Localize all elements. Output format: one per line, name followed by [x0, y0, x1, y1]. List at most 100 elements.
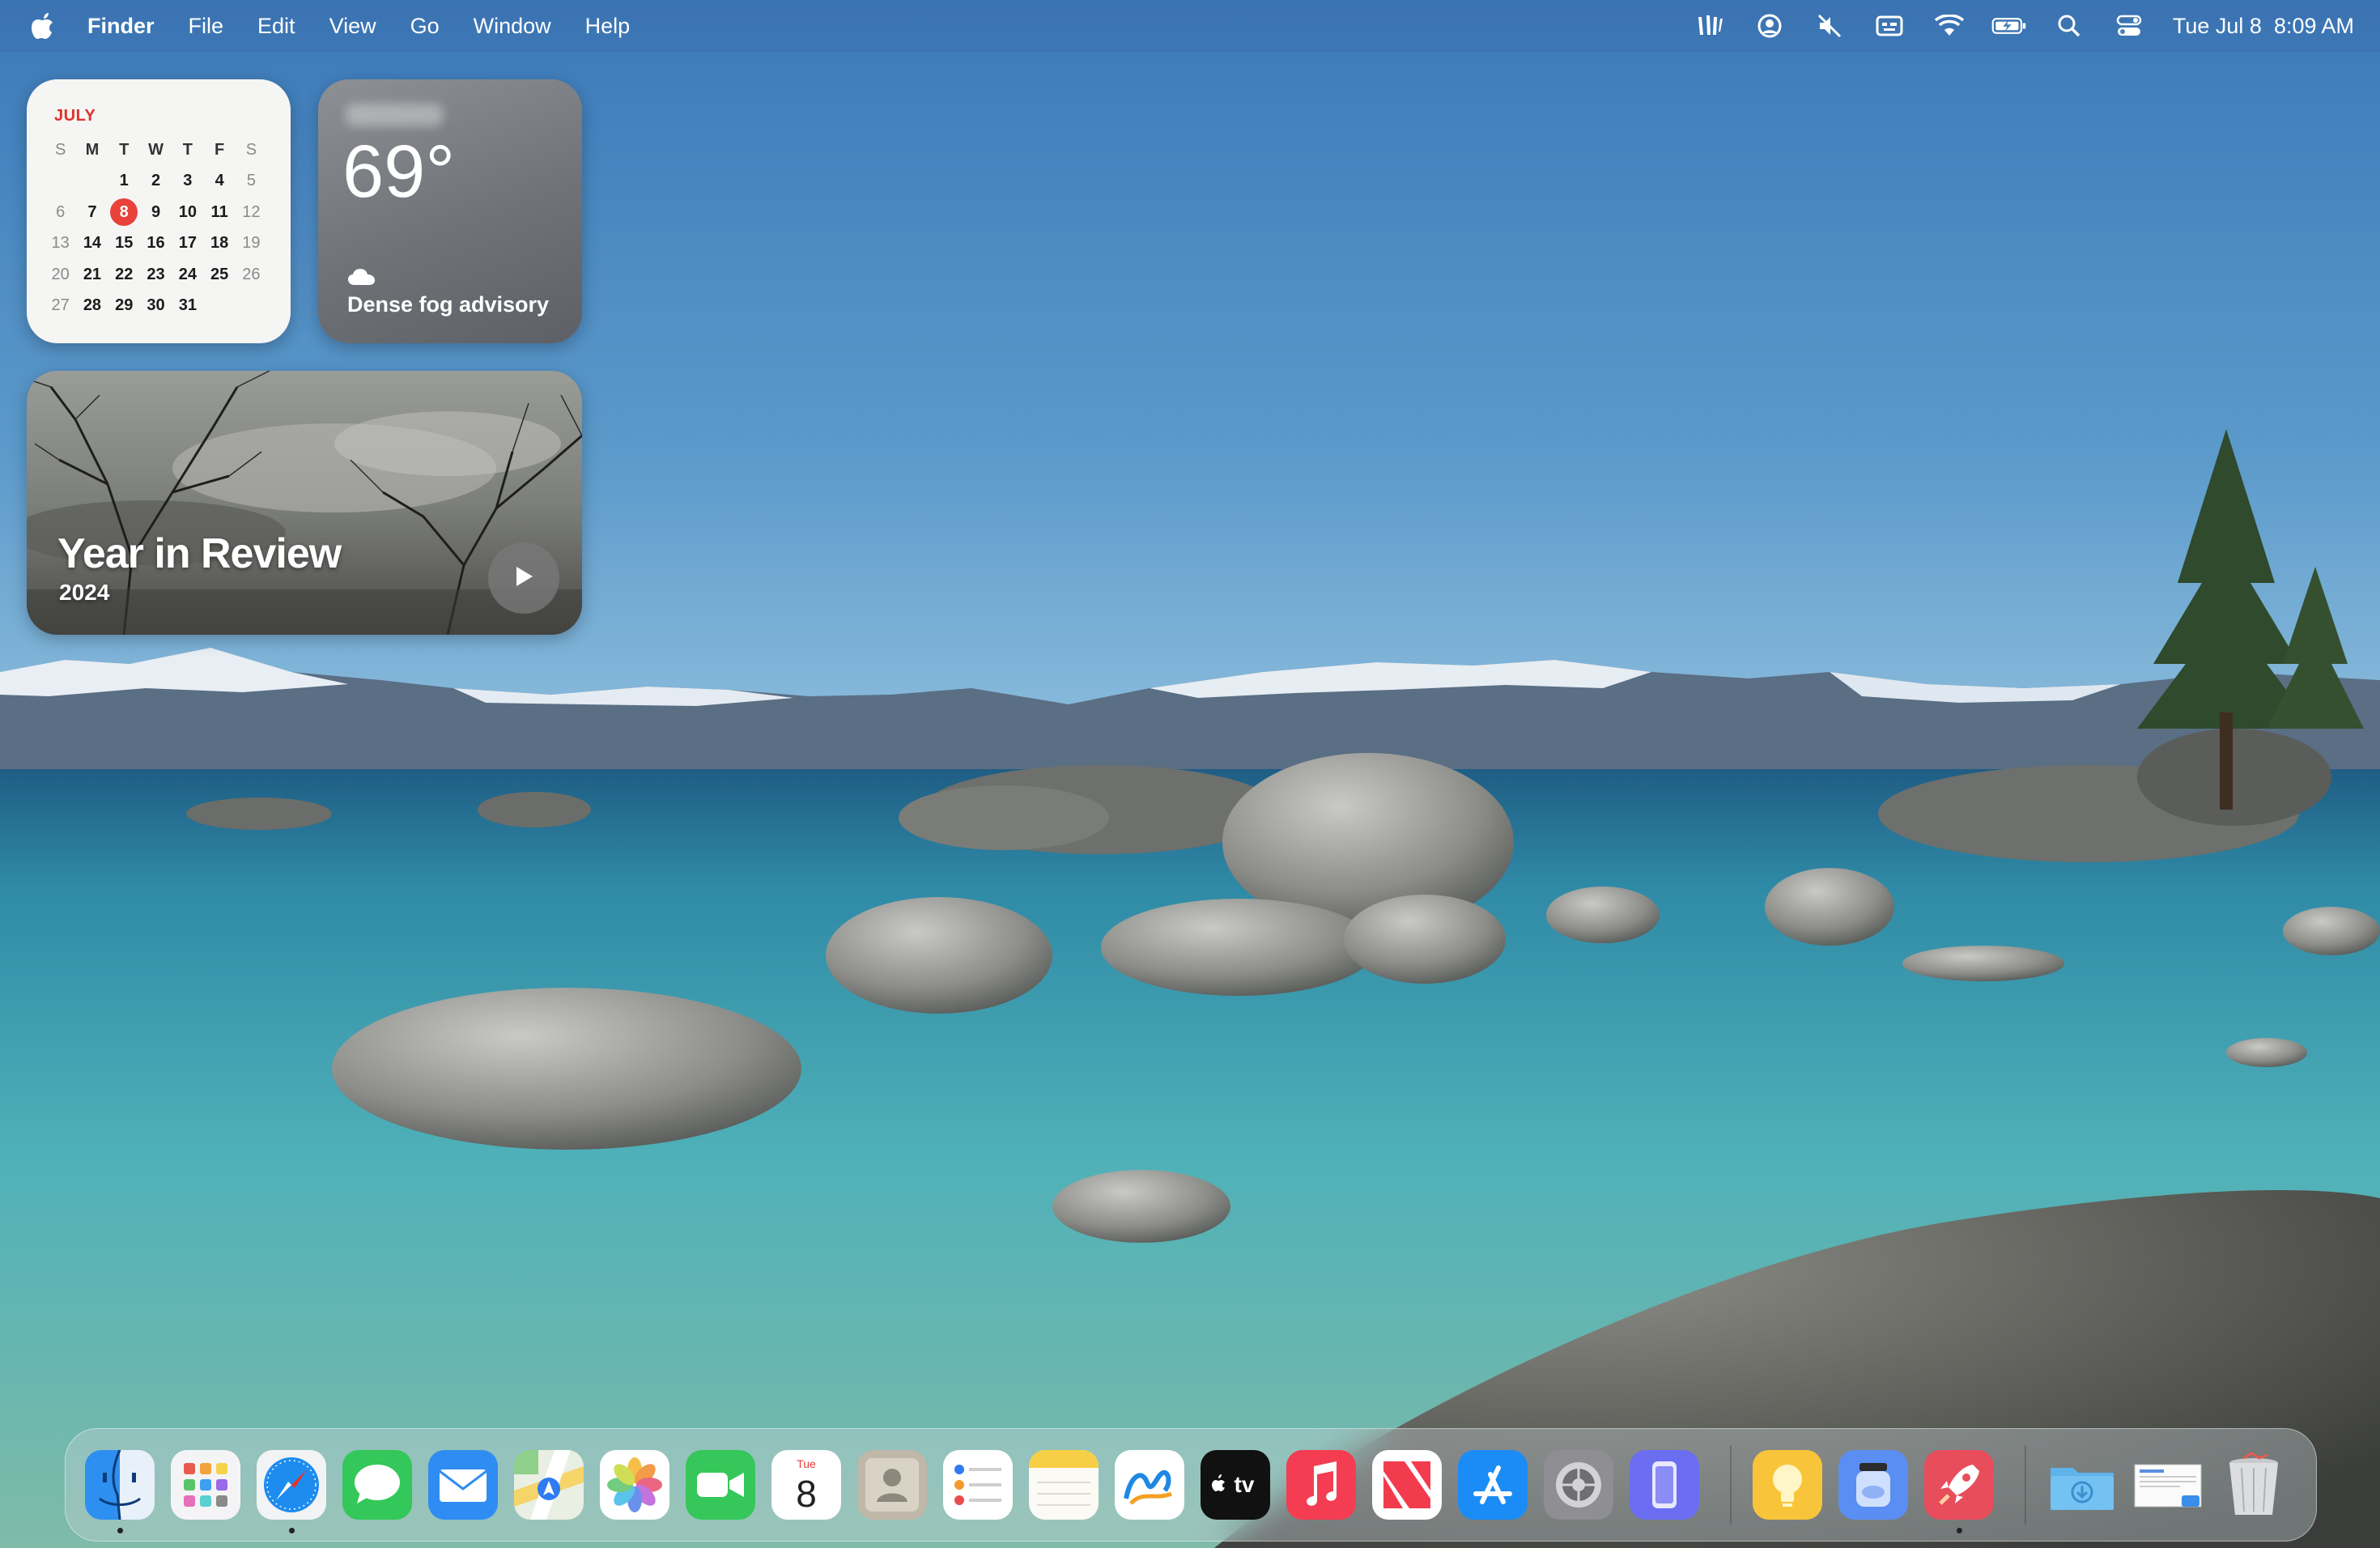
weekday-header: W	[148, 140, 164, 159]
menu-app-name[interactable]: Finder	[87, 14, 155, 39]
tips-lightbulb-icon[interactable]	[1753, 1450, 1822, 1520]
spotlight-search-icon[interactable]	[2051, 10, 2087, 42]
menu-help[interactable]: Help	[585, 14, 631, 39]
calendar-week-row: 27 28 29 30 31	[45, 291, 279, 322]
mail-icon[interactable]	[428, 1450, 498, 1520]
maps-icon[interactable]	[514, 1450, 584, 1520]
calendar-widget[interactable]: JULY S M T W T F S 1 2 3 4 5 6 7 8 9 10 11 12 13 14 15…	[27, 79, 291, 343]
calendar-day: 16	[147, 234, 165, 253]
calendar-week-row: 1 2 3 4 5	[45, 166, 279, 198]
calendar-day-today: 8	[108, 198, 140, 227]
weather-widget[interactable]: 69° Dense fog advisory	[318, 79, 582, 343]
calendar-day: 19	[242, 234, 261, 253]
weather-location-blurred	[346, 104, 443, 126]
music-icon[interactable]	[1286, 1450, 1356, 1520]
calendar-icon-date: 8	[796, 1473, 817, 1515]
memory-year: 2024	[59, 580, 110, 605]
clock-date: Tue Jul 8	[2172, 13, 2262, 38]
calendar-day: 15	[115, 234, 134, 253]
weekday-header: T	[119, 140, 130, 159]
running-indicator-dot	[288, 1528, 295, 1533]
weather-temperature: 69°	[342, 130, 456, 213]
downloads-folder-icon[interactable]	[2047, 1450, 2117, 1520]
today-marker: 8	[110, 198, 138, 227]
dock-separator	[2025, 1445, 2026, 1525]
system-settings-icon[interactable]	[1544, 1450, 1613, 1520]
calendar-day: 9	[151, 202, 161, 221]
news-icon[interactable]	[1372, 1450, 1442, 1520]
cloud-icon	[347, 267, 376, 291]
menu-bar: Finder File Edit View Go Window Help Tue…	[0, 0, 2380, 52]
battery-charging-icon[interactable]	[1991, 10, 2027, 42]
weather-condition: Dense fog advisory	[347, 292, 550, 317]
control-center-icon[interactable]	[2111, 10, 2147, 42]
menu-file[interactable]: File	[189, 14, 224, 39]
calendar-day: 24	[178, 265, 197, 283]
trash-icon[interactable]	[2219, 1450, 2289, 1520]
calendar-day: 28	[83, 296, 102, 315]
calendar-icon-day: Tue	[797, 1457, 816, 1470]
calendar-day: 22	[115, 265, 134, 283]
calendar-day: 25	[210, 265, 229, 283]
running-indicator-dot	[1956, 1528, 1962, 1533]
user-account-icon[interactable]	[1752, 10, 1787, 42]
apple-logo-icon[interactable]	[31, 11, 57, 40]
reminders-icon[interactable]	[943, 1450, 1013, 1520]
calendar-grid: S M T W T F S 1 2 3 4 5 6 7 8 9 10 11 12 13 14 15 16 17 1…	[45, 134, 279, 321]
calendar-day: 13	[51, 234, 70, 253]
calendar-day: 7	[87, 202, 97, 221]
menu-window[interactable]: Window	[474, 14, 551, 39]
rocket-app-icon[interactable]	[1924, 1450, 1994, 1520]
calendar-day: 11	[210, 202, 228, 221]
dock: Tue 8 tv	[65, 1428, 2317, 1542]
calendar-day: 18	[210, 234, 229, 253]
audio-app-icon[interactable]	[1692, 10, 1728, 42]
menu-bar-clock[interactable]: Tue Jul 8 8:09 AM	[2173, 14, 2354, 39]
input-source-icon[interactable]	[1872, 10, 1907, 42]
freeform-icon[interactable]	[1115, 1450, 1184, 1520]
clock-time: 8:09 AM	[2273, 13, 2354, 38]
contacts-icon[interactable]	[857, 1450, 927, 1520]
calendar-day: 6	[56, 202, 66, 221]
app-store-icon[interactable]	[1458, 1450, 1528, 1520]
mute-speaker-icon[interactable]	[1812, 10, 1847, 42]
calendar-day: 1	[119, 172, 129, 190]
calendar-month-label: JULY	[54, 107, 96, 125]
facetime-icon[interactable]	[686, 1450, 755, 1520]
running-indicator-dot	[117, 1528, 123, 1533]
photos-icon[interactable]	[600, 1450, 669, 1520]
jar-app-icon[interactable]	[1838, 1450, 1908, 1520]
menu-view[interactable]: View	[329, 14, 376, 39]
safari-icon[interactable]	[257, 1450, 326, 1520]
play-button[interactable]	[488, 542, 559, 614]
photos-memories-widget[interactable]: Year in Review 2024	[27, 371, 582, 635]
play-icon	[513, 565, 534, 592]
weekday-header: T	[182, 140, 193, 159]
calendar-day: 12	[242, 202, 261, 221]
calendar-icon[interactable]: Tue 8	[771, 1450, 841, 1520]
screenshot-stack-icon[interactable]	[2133, 1450, 2203, 1520]
messages-icon[interactable]	[342, 1450, 412, 1520]
calendar-day: 27	[51, 296, 70, 315]
calendar-day: 23	[147, 265, 165, 283]
weekday-header: M	[85, 140, 100, 159]
calendar-day: 21	[83, 265, 102, 283]
memory-title: Year in Review	[57, 530, 342, 577]
launchpad-icon[interactable]	[171, 1450, 240, 1520]
iphone-mirroring-icon[interactable]	[1630, 1450, 1699, 1520]
calendar-day: 5	[246, 172, 256, 190]
calendar-week-row: 20 21 22 23 24 25 26	[45, 259, 279, 291]
calendar-day: 26	[242, 265, 261, 283]
apple-tv-icon[interactable]: tv	[1201, 1450, 1270, 1520]
menu-go[interactable]: Go	[410, 14, 440, 39]
dock-separator	[1730, 1445, 1732, 1525]
weekday-header: S	[54, 140, 66, 159]
menu-edit[interactable]: Edit	[257, 14, 295, 39]
wifi-icon[interactable]	[1932, 10, 1967, 42]
finder-icon[interactable]	[85, 1450, 155, 1520]
notes-icon[interactable]	[1029, 1450, 1099, 1520]
tv-icon-label: tv	[1235, 1472, 1255, 1497]
calendar-weekday-row: S M T W T F S	[45, 134, 279, 166]
calendar-day: 20	[51, 265, 70, 283]
calendar-week-row: 13 14 15 16 17 18 19	[45, 228, 279, 260]
